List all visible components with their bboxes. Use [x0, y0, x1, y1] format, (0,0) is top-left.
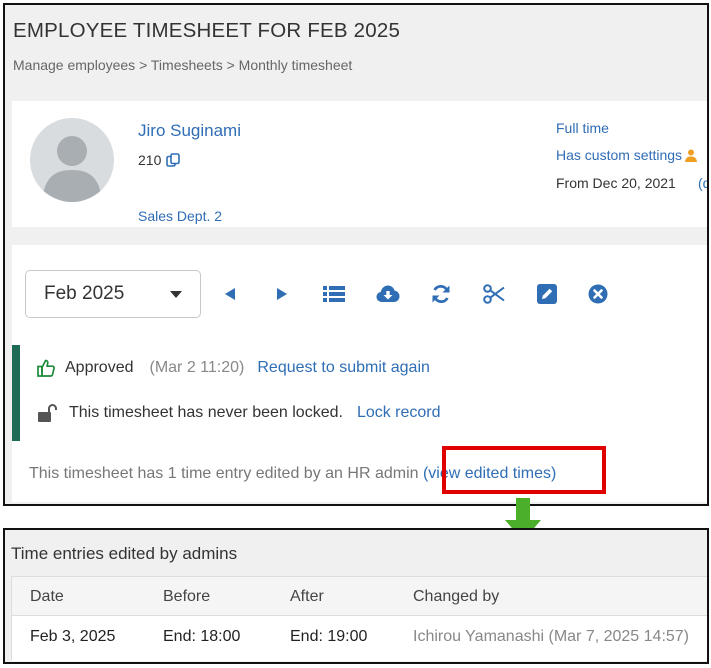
employee-name-link[interactable]: Jiro Suginami: [138, 121, 241, 141]
custom-settings-label: Has custom settings: [556, 147, 683, 163]
approval-status: Approved: [65, 359, 134, 376]
employee-card: Jiro Suginami 210 Sales Dept. 2 Full tim…: [12, 101, 707, 227]
month-select[interactable]: Feb 2025: [25, 270, 201, 318]
edited-times-panel: Time entries edited by admins Date Befor…: [3, 528, 709, 664]
edited-times-title: Time entries edited by admins: [11, 544, 238, 563]
request-resubmit-link[interactable]: Request to submit again: [257, 359, 430, 377]
edited-times-table: Date Before After Changed by Feb 3, 2025…: [11, 576, 707, 661]
cell-date: Feb 3, 2025: [30, 628, 116, 645]
approval-time: (Mar 2 11:20): [149, 359, 245, 376]
page-title: EMPLOYEE TIMESHEET FOR FEB 2025: [13, 19, 401, 42]
cell-before: End: 18:00: [163, 628, 241, 645]
custom-settings-link[interactable]: Has custom settings: [556, 147, 698, 163]
timesheet-content: Feb 2025 Approved (Mar 2 11:20) Request …: [12, 245, 707, 502]
prev-month-button[interactable]: [217, 281, 243, 307]
timesheet-panel: EMPLOYEE TIMESHEET FOR FEB 2025 Manage e…: [3, 3, 709, 506]
user-icon: [685, 149, 698, 162]
column-header-date: Date: [30, 588, 64, 605]
chevron-down-icon: [170, 291, 182, 298]
list-view-icon: [323, 286, 345, 302]
edit-icon: [537, 284, 557, 304]
edit-button[interactable]: [534, 281, 560, 307]
column-header-changed-by: Changed by: [413, 588, 500, 605]
list-view-button[interactable]: [321, 281, 347, 307]
person-silhouette-icon: [42, 136, 102, 202]
copy-icon[interactable]: [166, 153, 181, 167]
delete-button[interactable]: [585, 281, 611, 307]
next-month-button[interactable]: [269, 281, 295, 307]
breadcrumb[interactable]: Manage employees > Timesheets > Monthly …: [13, 57, 352, 73]
status-bar: [12, 345, 20, 441]
cut-button[interactable]: [481, 281, 507, 307]
employment-type-link[interactable]: Full time: [556, 120, 609, 136]
lock-record-link[interactable]: Lock record: [357, 404, 441, 422]
employee-id-row: 210: [138, 152, 181, 168]
prev-month-icon: [225, 288, 235, 300]
lock-status-text: This timesheet has never been locked.: [69, 404, 343, 421]
close-icon: [588, 284, 608, 304]
employment-start-date: From Dec 20, 2021: [556, 175, 676, 191]
refresh-button[interactable]: [428, 281, 454, 307]
thumbs-up-icon: [37, 359, 55, 377]
employee-id: 210: [138, 152, 162, 168]
edited-entries-text: This timesheet has 1 time entry edited b…: [29, 465, 419, 482]
column-header-after: After: [290, 588, 324, 605]
column-header-before: Before: [163, 588, 211, 605]
employee-department-link[interactable]: Sales Dept. 2: [138, 208, 222, 224]
edited-entries-notice: This timesheet has 1 time entry edited b…: [29, 465, 556, 483]
cell-after: End: 19:00: [290, 628, 368, 645]
avatar: [30, 118, 114, 202]
lock-status-row: This timesheet has never been locked. Lo…: [37, 404, 441, 422]
unlock-icon: [38, 404, 57, 422]
refresh-icon: [432, 284, 450, 304]
download-button[interactable]: [375, 281, 401, 307]
cut-icon: [483, 284, 505, 304]
table-row: Feb 3, 2025 End: 18:00 End: 19:00 Ichiro…: [12, 616, 707, 661]
employment-detail-link[interactable]: (de: [698, 175, 707, 191]
month-select-value: Feb 2025: [44, 283, 125, 304]
cell-changed-by: Ichirou Yamanashi (Mar 7, 2025 14:57): [413, 628, 690, 645]
view-edited-times-link[interactable]: (view edited times): [423, 465, 556, 482]
next-month-icon: [277, 288, 287, 300]
table-header: Date Before After Changed by: [12, 577, 707, 616]
download-icon: [376, 285, 400, 302]
approval-status-row: Approved (Mar 2 11:20) Request to submit…: [37, 359, 430, 377]
